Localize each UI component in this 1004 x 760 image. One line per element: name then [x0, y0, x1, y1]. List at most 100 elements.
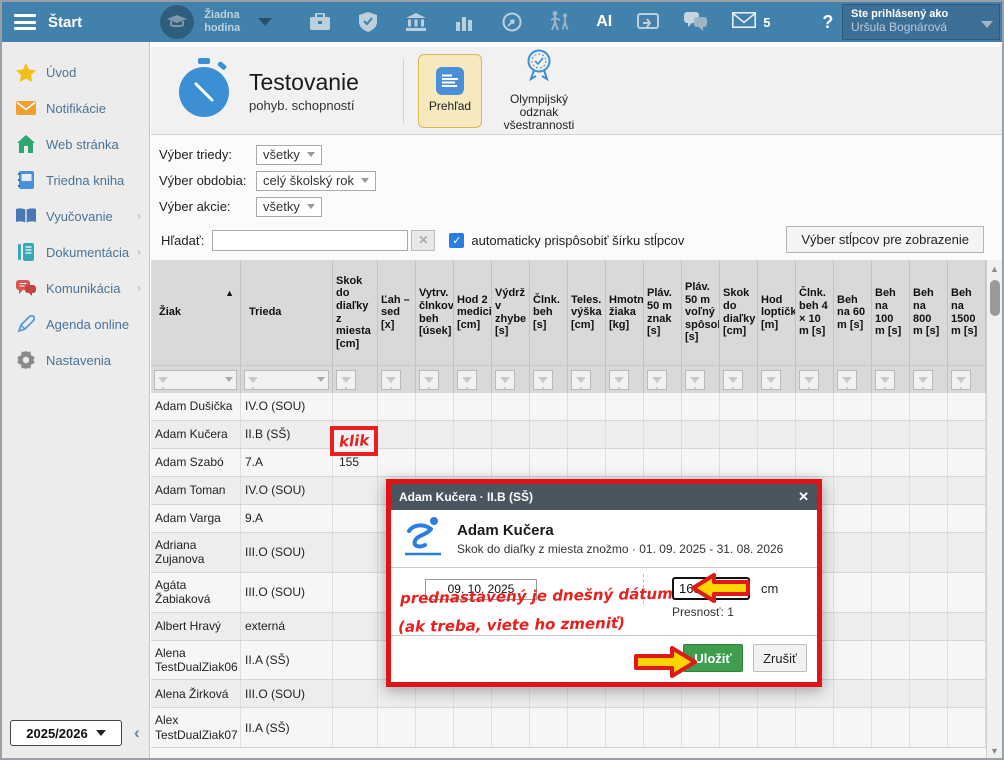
table-row[interactable]: Adam KučeraII.B (SŠ): [151, 421, 986, 449]
result-cell[interactable]: [454, 708, 492, 747]
result-cell[interactable]: [872, 708, 910, 747]
table-row[interactable]: Adam DušičkaIV.O (SOU): [151, 393, 986, 421]
result-cell[interactable]: [720, 449, 758, 476]
column-header[interactable]: Hod 2 kg medicinbal [cm]: [454, 260, 492, 365]
column-header[interactable]: Skok do diaľky z miesta [cm]: [333, 260, 378, 365]
column-header[interactable]: Beh na 100 m [s]: [872, 260, 910, 365]
column-header[interactable]: Výdrž v zhybe [s]: [492, 260, 530, 365]
result-cell[interactable]: [796, 708, 834, 747]
sidebar-item-nastavenia[interactable]: Nastavenia: [2, 342, 149, 378]
result-cell[interactable]: [333, 613, 378, 640]
column-filter-button[interactable]: [685, 370, 705, 390]
result-cell[interactable]: [416, 449, 454, 476]
table-row[interactable]: Adam Szabó7.A155: [151, 449, 986, 477]
walking-people-icon[interactable]: [548, 10, 572, 34]
class-filter-select[interactable]: všetky: [256, 145, 322, 165]
result-cell[interactable]: [872, 641, 910, 680]
result-cell[interactable]: [758, 393, 796, 420]
result-cell[interactable]: [948, 477, 986, 504]
cancel-button[interactable]: Zrušiť: [753, 644, 807, 672]
column-filter-button[interactable]: [381, 370, 401, 390]
result-cell[interactable]: [948, 505, 986, 532]
result-cell[interactable]: [872, 505, 910, 532]
cast-icon[interactable]: [636, 10, 660, 34]
column-header[interactable]: Vytrv. člnkový beh [úsek]: [416, 260, 454, 365]
ai-menu[interactable]: AI: [596, 13, 612, 31]
result-cell[interactable]: [606, 421, 644, 448]
result-cell[interactable]: [492, 708, 530, 747]
column-filter-button[interactable]: [609, 370, 629, 390]
action-filter-select[interactable]: všetky: [256, 197, 322, 217]
column-header[interactable]: Žiak▲: [151, 260, 241, 365]
result-cell[interactable]: [834, 505, 872, 532]
result-cell[interactable]: [948, 393, 986, 420]
column-filter-button[interactable]: [244, 370, 329, 390]
scroll-down-icon[interactable]: ▼: [990, 746, 999, 756]
result-cell[interactable]: [454, 449, 492, 476]
result-cell[interactable]: [758, 708, 796, 747]
column-filter-button[interactable]: [647, 370, 667, 390]
bar-chart-icon[interactable]: [452, 10, 476, 34]
column-filter-button[interactable]: [419, 370, 439, 390]
column-header[interactable]: Beh na 60 m [s]: [834, 260, 872, 365]
result-cell[interactable]: [720, 393, 758, 420]
result-cell[interactable]: [910, 449, 948, 476]
result-cell[interactable]: [910, 573, 948, 612]
close-icon[interactable]: ✕: [798, 489, 809, 505]
compass-icon[interactable]: [500, 10, 524, 34]
result-cell[interactable]: [378, 708, 416, 747]
result-cell[interactable]: [948, 421, 986, 448]
result-cell[interactable]: [948, 680, 986, 707]
result-cell[interactable]: [416, 421, 454, 448]
column-header[interactable]: Pláv. 50 m znak [s]: [644, 260, 682, 365]
briefcase-icon[interactable]: [308, 10, 332, 34]
result-cell[interactable]: [948, 613, 986, 640]
result-cell[interactable]: [910, 613, 948, 640]
result-cell[interactable]: [644, 421, 682, 448]
result-cell[interactable]: [948, 573, 986, 612]
result-cell[interactable]: [758, 421, 796, 448]
period-filter-select[interactable]: celý školský rok: [256, 171, 376, 191]
result-cell[interactable]: [333, 708, 378, 747]
result-cell[interactable]: [568, 449, 606, 476]
result-cell[interactable]: [568, 708, 606, 747]
clear-search-icon[interactable]: ✕: [411, 230, 435, 251]
result-cell[interactable]: [758, 449, 796, 476]
result-cell[interactable]: [333, 393, 378, 420]
result-cell[interactable]: [333, 641, 378, 680]
result-cell[interactable]: [644, 708, 682, 747]
result-cell[interactable]: [834, 533, 872, 572]
column-header[interactable]: Člnk. beh [s]: [530, 260, 568, 365]
result-cell[interactable]: [872, 680, 910, 707]
column-filter-button[interactable]: [457, 370, 477, 390]
result-cell[interactable]: [492, 421, 530, 448]
column-filter-button[interactable]: [799, 370, 819, 390]
shield-check-icon[interactable]: [356, 10, 380, 34]
result-cell[interactable]: [872, 533, 910, 572]
table-row[interactable]: Alex TestDualZiak07II.A (SŠ): [151, 708, 986, 748]
column-filter-button[interactable]: [154, 370, 237, 390]
collapse-sidebar-icon[interactable]: ‹: [134, 723, 140, 743]
result-cell[interactable]: [720, 708, 758, 747]
vertical-scrollbar[interactable]: ▲ ▼: [986, 260, 1002, 760]
result-cell[interactable]: [492, 449, 530, 476]
result-cell[interactable]: [910, 477, 948, 504]
result-cell[interactable]: [606, 393, 644, 420]
result-cell[interactable]: [454, 393, 492, 420]
column-filter-button[interactable]: [495, 370, 515, 390]
search-input[interactable]: [212, 230, 408, 251]
start-menu[interactable]: Štart: [48, 14, 82, 31]
result-cell[interactable]: [872, 393, 910, 420]
result-cell[interactable]: [378, 421, 416, 448]
result-cell[interactable]: [834, 393, 872, 420]
column-filter-button[interactable]: [723, 370, 743, 390]
column-header[interactable]: Beh na 800 m [s]: [910, 260, 948, 365]
result-cell[interactable]: [378, 393, 416, 420]
result-cell[interactable]: [530, 708, 568, 747]
result-cell[interactable]: [948, 708, 986, 747]
bank-icon[interactable]: [404, 10, 428, 34]
result-cell[interactable]: [872, 477, 910, 504]
mail-menu[interactable]: 5: [732, 12, 770, 33]
column-header[interactable]: Člnk. beh 4 × 10 m [s]: [796, 260, 834, 365]
tab-olympijsky-odznak[interactable]: Olympijský odznak všestrannosti: [496, 54, 582, 128]
